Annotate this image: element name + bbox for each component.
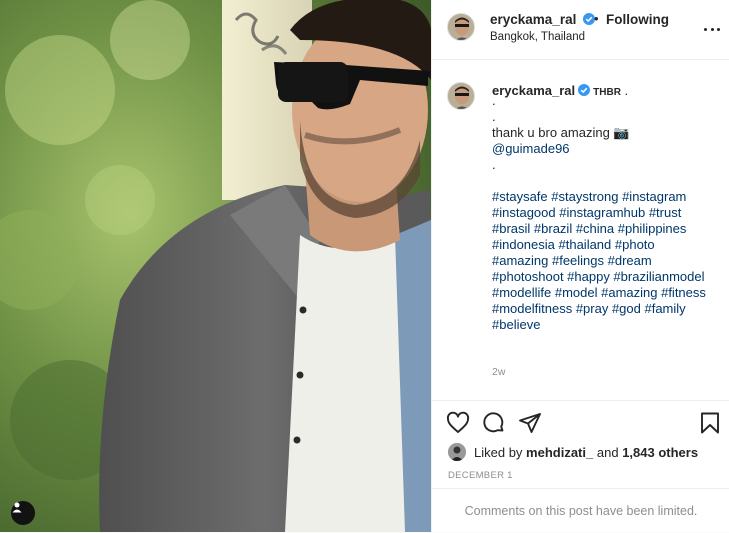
profile-picture (448, 14, 474, 40)
caption-timestamp[interactable]: 2w (492, 366, 505, 378)
post-date[interactable]: DECEMBER 1 (448, 470, 513, 481)
caption-line: @guimade96 (492, 141, 570, 156)
post-side-panel: eryckama_ral • Following Bangkok, Thaila… (431, 0, 729, 532)
likes-prefix: Liked by (474, 444, 523, 460)
likes-summary: Liked by mehdizati_ and 1,843 others (448, 443, 698, 461)
caption-text: .. thank u bro amazing 📷 @guimade96. #stays… (492, 93, 722, 333)
instagram-post: eryckama_ral • Following Bangkok, Thaila… (0, 0, 729, 532)
caption-line: #indonesia #thailand #photo (492, 237, 655, 252)
caption-line: thank u bro amazing 📷 (492, 125, 630, 140)
caption-line: #believe (492, 317, 541, 332)
header-separator: • (594, 11, 599, 26)
portrait-illustration (0, 0, 431, 532)
user-tag-button[interactable] (11, 501, 35, 525)
dot (704, 27, 707, 31)
caption-line: . (492, 93, 496, 108)
post-photo[interactable] (0, 0, 431, 532)
caption-line: #modellife #model #amazing #fitness (492, 285, 706, 300)
dot (710, 27, 714, 31)
caption-line: #amazing #feelings #dream (492, 253, 652, 268)
share-icon[interactable] (518, 411, 542, 435)
header-username[interactable]: eryckama_ral (490, 12, 596, 27)
following-button[interactable]: Following (606, 12, 669, 27)
comments-limited-notice: Comments on this post have been limited. (432, 488, 729, 532)
avatar[interactable] (447, 13, 475, 41)
person-icon (12, 502, 22, 513)
liker-avatar[interactable] (448, 443, 466, 461)
location-link[interactable]: Bangkok, Thailand (490, 31, 585, 43)
header-username-text[interactable]: eryckama_ral (490, 12, 576, 27)
caption-line: #brasil #brazil #china #philippines (492, 221, 687, 236)
caption-line: #instagood #instagramhub #trust (492, 205, 682, 220)
caption-line: . (492, 157, 496, 172)
more-options-button[interactable] (704, 26, 720, 32)
caption-line: #staysafe #staystrong #instagram (492, 189, 687, 204)
likes-mid: and (596, 444, 619, 460)
comment-icon[interactable] (482, 411, 506, 435)
likes-count[interactable]: 1,843 others (622, 445, 698, 460)
caption-line: #modelfitness #pray #god #family (492, 301, 686, 316)
post-header: eryckama_ral • Following Bangkok, Thaila… (432, 0, 729, 60)
dot (717, 27, 720, 31)
profile-picture (448, 83, 474, 109)
bookmark-icon[interactable] (698, 411, 722, 435)
caption-avatar[interactable] (447, 82, 475, 110)
liker-profile-picture (448, 443, 466, 461)
caption-line: . (492, 109, 496, 124)
caption-line (492, 173, 722, 189)
liker-username[interactable]: mehdizati_ (526, 445, 593, 460)
heart-icon[interactable] (446, 411, 470, 435)
action-bar (432, 401, 729, 441)
caption-line: #photoshoot #happy #brazilianmodel (492, 269, 705, 284)
